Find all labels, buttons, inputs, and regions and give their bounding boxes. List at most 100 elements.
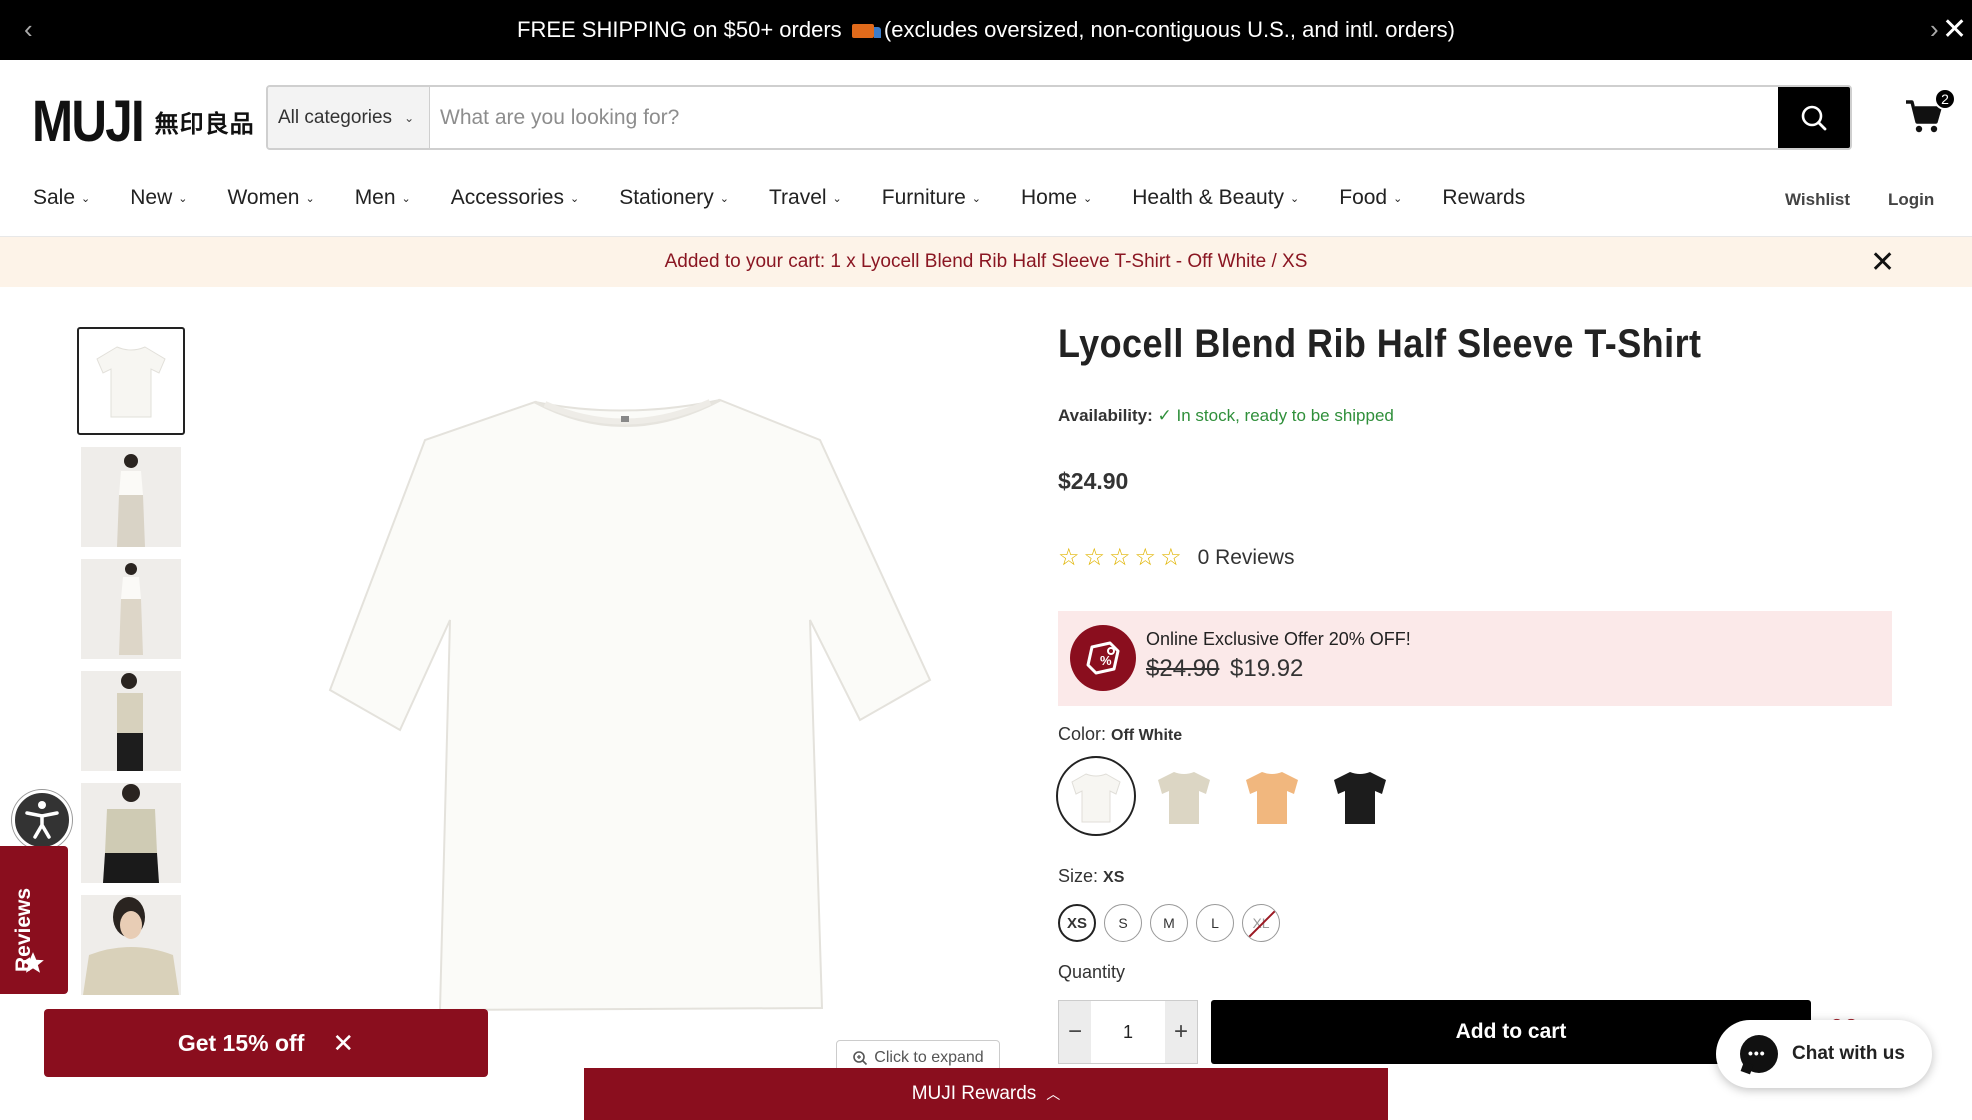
size-option-s[interactable]: S <box>1104 904 1142 942</box>
chat-bubble-icon <box>1740 1035 1778 1073</box>
discount-popup-label: Get 15% off <box>177 1029 305 1056</box>
reviews-count[interactable]: 0 Reviews <box>1198 546 1295 570</box>
color-swatch-light-orange[interactable] <box>1232 756 1312 836</box>
product-page: ‹ FREE SHIPPING on $50+ orders (excludes… <box>0 0 1972 1120</box>
accessibility-icon <box>25 801 59 839</box>
nav-item-label: Food <box>1339 186 1388 209</box>
nav-item-women[interactable]: Women ⌄ <box>227 186 314 210</box>
nav-item-label: Sale <box>33 186 76 209</box>
model-thumbnail-image <box>81 559 181 659</box>
nav-item-stationery[interactable]: Stationery ⌄ <box>619 186 729 210</box>
reviews-tab[interactable]: Reviews <box>0 846 68 994</box>
price-tag-icon: % <box>1070 625 1136 691</box>
nav-item-accessories[interactable]: Accessories ⌄ <box>451 186 579 210</box>
announcement-text: FREE SHIPPING on $50+ orders (excludes o… <box>517 17 1455 43</box>
chevron-right-icon[interactable]: › <box>1930 14 1939 45</box>
thumbnail-1[interactable] <box>77 327 185 435</box>
check-circle-icon: ✓ <box>1157 406 1172 425</box>
thumbnail-6[interactable] <box>81 895 181 995</box>
star-outline-icon: ☆ <box>1058 544 1080 571</box>
close-icon[interactable]: ✕ <box>332 1028 354 1059</box>
announcement-bar: ‹ FREE SHIPPING on $50+ orders (excludes… <box>0 0 1972 60</box>
offer-banner: % Online Exclusive Offer 20% OFF! $24.90… <box>1058 611 1892 706</box>
wishlist-link[interactable]: Wishlist <box>1785 190 1850 210</box>
nav-item-home[interactable]: Home ⌄ <box>1021 186 1092 210</box>
rewards-bar[interactable]: MUJI Rewards ︿ <box>584 1068 1388 1120</box>
nav-item-label: Furniture <box>881 186 966 209</box>
offer-old-price: $24.90 <box>1146 655 1220 682</box>
chat-button[interactable]: Chat with us <box>1716 1020 1932 1088</box>
nav-item-health-beauty[interactable]: Health & Beauty ⌄ <box>1132 186 1299 210</box>
quantity-stepper: − 1 + <box>1058 1000 1198 1064</box>
size-option-xl[interactable]: XL <box>1242 904 1280 942</box>
decrease-quantity-button[interactable]: − <box>1059 1001 1091 1063</box>
availability: Availability: ✓ In stock, ready to be sh… <box>1058 406 1394 426</box>
logo[interactable]: MUJI 無印良品 <box>32 88 255 155</box>
chevron-down-icon: ⌄ <box>1290 192 1300 205</box>
model-thumbnail-image <box>81 447 181 547</box>
tshirt-thumbnail-image <box>96 346 166 418</box>
expand-image-label: Click to expand <box>874 1049 984 1066</box>
availability-value: In stock, ready to be shipped <box>1176 406 1394 425</box>
star-outline-icon: ☆ <box>1134 544 1157 571</box>
logo-kanji: 無印良品 <box>154 111 255 138</box>
accessibility-button[interactable] <box>12 790 72 850</box>
thumbnail-4[interactable] <box>81 671 181 771</box>
cart-added-notice: Added to your cart: 1 x Lyocell Blend Ri… <box>0 237 1972 287</box>
availability-label: Availability: <box>1058 406 1153 425</box>
nav-item-sale[interactable]: Sale ⌄ <box>33 186 90 210</box>
truck-icon <box>851 24 881 39</box>
nav-item-furniture[interactable]: Furniture ⌄ <box>882 186 981 210</box>
login-link[interactable]: Login <box>1888 190 1934 210</box>
color-swatch-black[interactable] <box>1320 756 1400 836</box>
quantity-input[interactable]: 1 <box>1091 1001 1165 1063</box>
discount-popup-button[interactable]: Get 15% off ✕ <box>44 1009 488 1077</box>
size-value: XS <box>1103 869 1125 886</box>
tshirt-swatch-image <box>1071 773 1121 823</box>
category-select[interactable]: All categories ⌄ <box>268 87 430 148</box>
thumbnail-2[interactable] <box>81 447 181 547</box>
close-icon[interactable]: ✕ <box>1870 245 1895 280</box>
size-option-m[interactable]: M <box>1150 904 1188 942</box>
chevron-down-icon: ⌄ <box>401 192 411 205</box>
cart-count-badge: 2 <box>1934 88 1956 110</box>
size-option-l[interactable]: L <box>1196 904 1234 942</box>
nav-item-label: Health & Beauty <box>1132 186 1285 209</box>
main-nav: Sale ⌄ New ⌄ Women ⌄ Men ⌄ Accessories ⌄ Stationer… <box>33 186 1565 210</box>
chevron-down-icon: ⌄ <box>569 192 580 205</box>
size-option-xs[interactable]: XS <box>1058 904 1096 942</box>
nav-item-rewards[interactable]: Rewards <box>1442 186 1525 210</box>
chevron-left-icon[interactable]: ‹ <box>24 14 33 45</box>
chevron-down-icon: ⌄ <box>1393 192 1403 205</box>
color-swatch-beige[interactable] <box>1144 756 1224 836</box>
tshirt-swatch-image <box>1334 772 1386 824</box>
increase-quantity-button[interactable]: + <box>1165 1001 1197 1063</box>
size-label-text: Size: <box>1058 866 1099 886</box>
nav-item-label: New <box>130 186 173 209</box>
rewards-bar-label: MUJI Rewards <box>911 1083 1037 1104</box>
cart-button[interactable]: 2 <box>1904 88 1956 140</box>
nav-item-food[interactable]: Food ⌄ <box>1339 186 1402 210</box>
chevron-down-icon: ⌄ <box>404 110 415 125</box>
category-select-label: All categories <box>278 106 393 128</box>
thumbnail-5[interactable] <box>81 783 181 883</box>
nav-item-travel[interactable]: Travel ⌄ <box>769 186 842 210</box>
nav-item-label: Women <box>227 186 300 209</box>
thumbnail-3[interactable] <box>81 559 181 659</box>
nav-item-new[interactable]: New ⌄ <box>130 186 187 210</box>
color-label-text: Color: <box>1058 724 1107 744</box>
color-swatch-off-white[interactable] <box>1056 756 1136 836</box>
main-product-image[interactable] <box>250 300 1000 1020</box>
nav-item-men[interactable]: Men ⌄ <box>355 186 411 210</box>
close-icon[interactable]: ✕ <box>1942 12 1967 47</box>
search-input[interactable] <box>430 87 1778 148</box>
logo-wordmark: MUJI <box>32 89 145 154</box>
product-price: $24.90 <box>1058 468 1129 494</box>
rating-stars[interactable]: ☆ ☆ ☆ ☆ ☆ 0 Reviews <box>1058 543 1294 572</box>
star-outline-icon: ☆ <box>1083 544 1106 571</box>
nav-item-label: Home <box>1021 186 1078 209</box>
search-button[interactable] <box>1778 87 1850 148</box>
color-value: Off White <box>1111 727 1183 744</box>
tshirt-image <box>328 398 932 1012</box>
model-thumbnail-image <box>81 671 181 771</box>
